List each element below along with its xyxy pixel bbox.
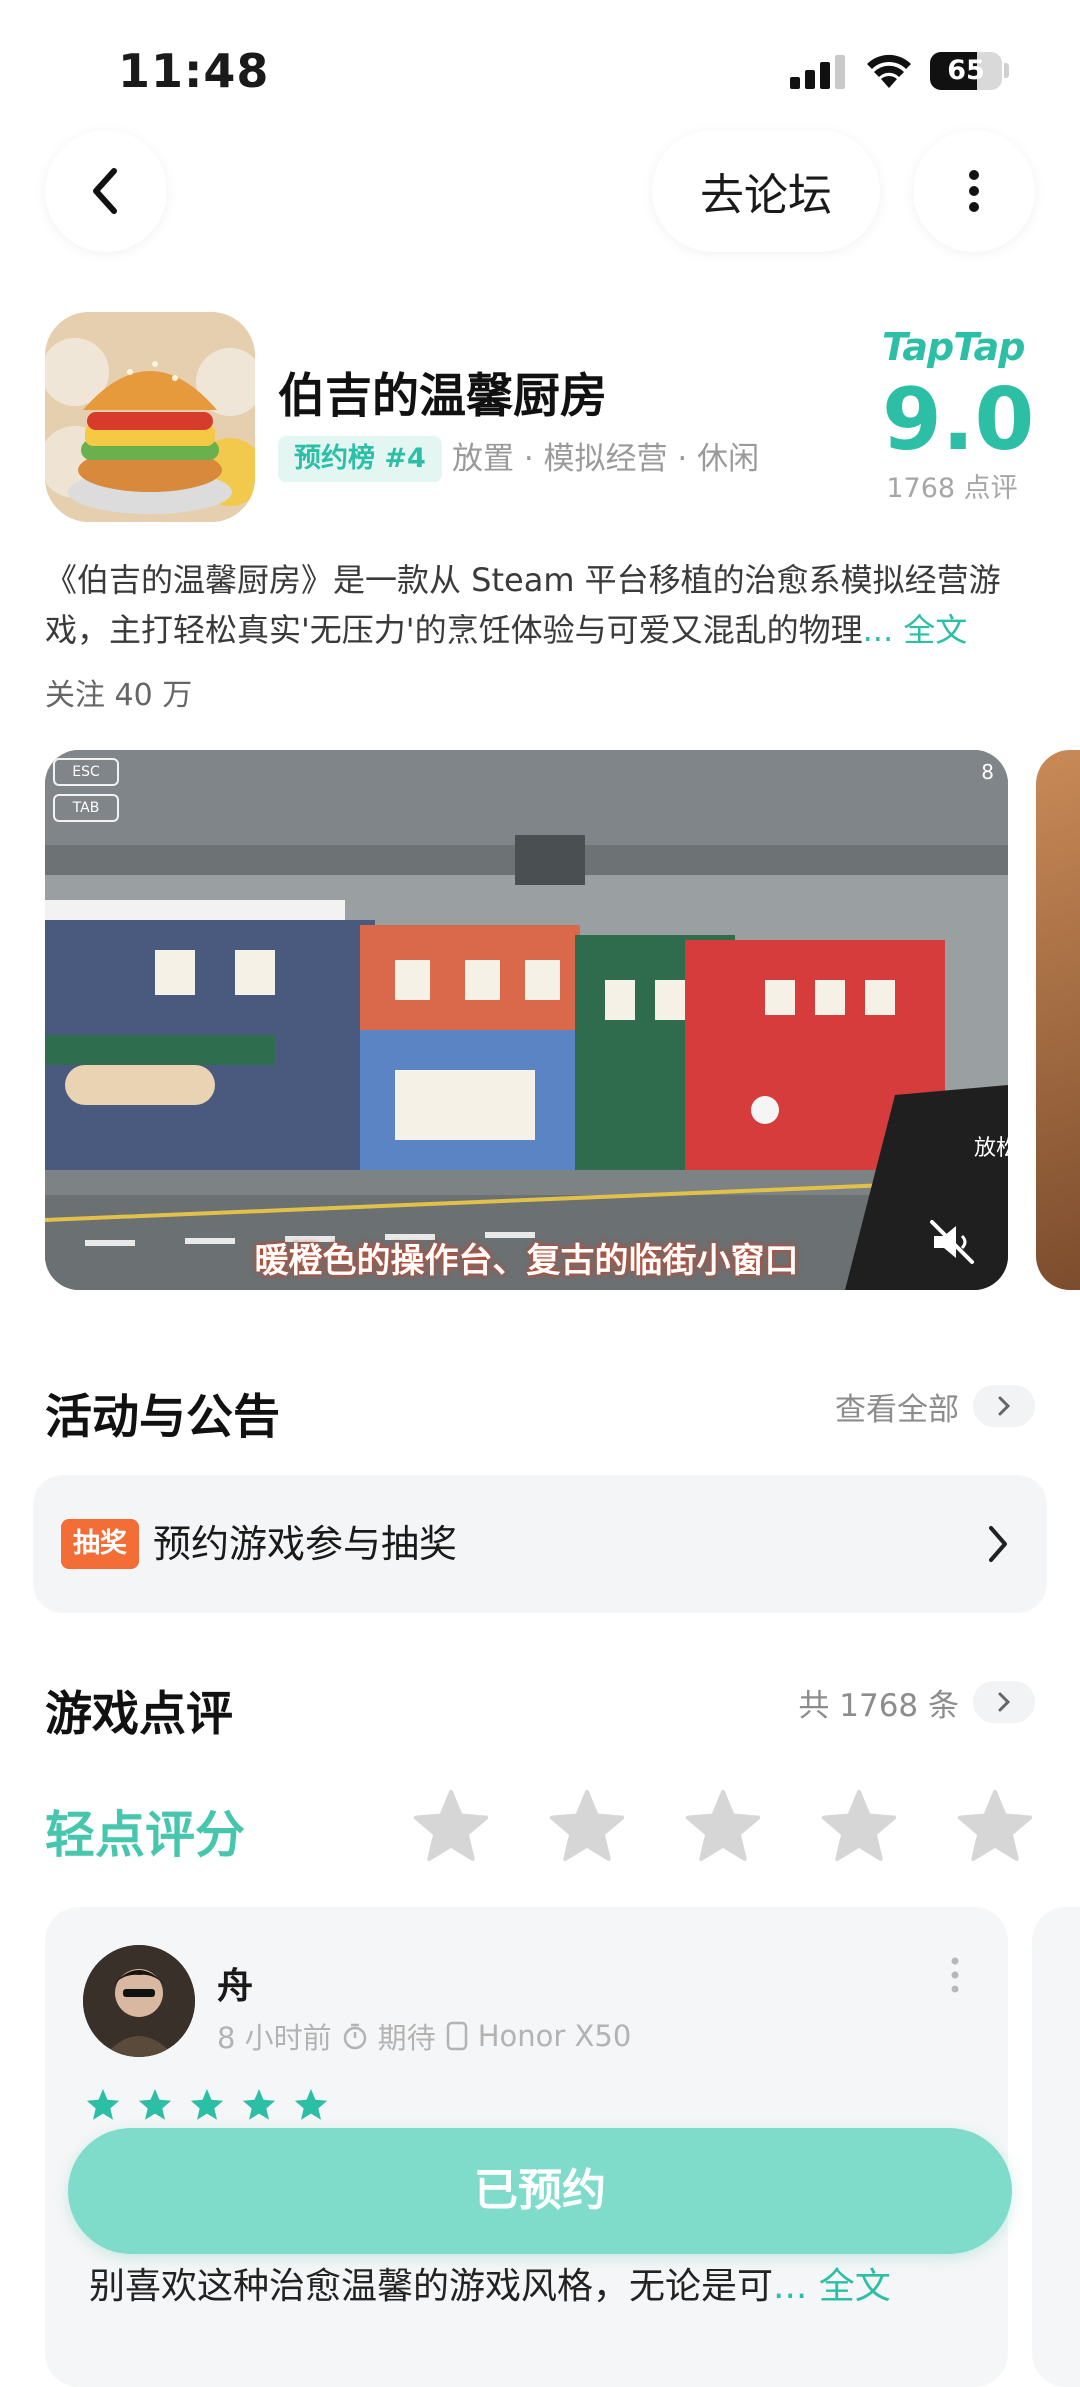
rate-star-icon[interactable] xyxy=(820,1788,898,1866)
more-options-button[interactable] xyxy=(913,130,1035,252)
events-see-all-link[interactable]: 查看全部 xyxy=(835,1384,1035,1428)
follower-count: 关注 40 万 xyxy=(45,678,193,713)
review-star-icon xyxy=(242,2089,276,2120)
media-thumbnail-next[interactable] xyxy=(1036,750,1080,1290)
burger-icon xyxy=(45,312,255,522)
description-text: 《伯吉的温馨厨房》是一款从 Steam 平台移植的治愈系模拟经营游戏，主打轻松真… xyxy=(45,561,1001,649)
review-more-icon[interactable] xyxy=(950,1955,960,1995)
forum-button[interactable]: 去论坛 xyxy=(652,130,880,252)
rating-count: 1768 点评 xyxy=(886,473,1018,504)
review-text: 别喜欢这种治愈温馨的游戏风格，无论是可... 全文 xyxy=(89,2257,891,2309)
rank-badge[interactable]: 预约榜 #4 xyxy=(278,436,442,482)
events-title: 活动与公告 xyxy=(45,1390,280,1445)
battery-icon: 65 xyxy=(930,52,1002,90)
rating-score: 9.0 xyxy=(882,370,1035,470)
app-icon xyxy=(45,312,255,522)
taptap-logo: TapTap xyxy=(882,325,1026,369)
stopwatch-icon xyxy=(343,2023,366,2050)
chevron-right-icon xyxy=(973,1385,1035,1427)
review-card-next[interactable] xyxy=(1032,1907,1080,2387)
genre-tags: 放置 · 模拟经营 · 休闲 xyxy=(452,441,760,477)
reviews-see-all-link[interactable]: 共 1768 条 xyxy=(798,1680,1035,1724)
cellular-signal-icon xyxy=(790,55,845,89)
hud-coin-count: 8 xyxy=(981,760,994,784)
review-time: 8 小时前 xyxy=(217,2021,332,2055)
lottery-notice-card[interactable]: 抽奖 预约游戏参与抽奖 xyxy=(33,1475,1047,1613)
hud-tab-key: TAB xyxy=(53,794,119,822)
phone-icon xyxy=(446,2021,467,2051)
rate-star-icon[interactable] xyxy=(548,1788,626,1866)
review-read-more-link[interactable]: ... 全文 xyxy=(773,2266,891,2307)
status-time: 11:48 xyxy=(118,44,270,98)
hud-esc-key: ESC xyxy=(53,758,119,786)
review-star-icon xyxy=(138,2089,172,2120)
battery-level: 65 xyxy=(947,55,985,86)
scene-sign-text: 放松 xyxy=(973,1136,1008,1161)
review-star-icon xyxy=(86,2089,120,2120)
app-description: 《伯吉的温馨厨房》是一款从 Steam 平台移植的治愈系模拟经营游戏，主打轻松真… xyxy=(45,555,1035,655)
reserved-button[interactable]: 已预约 xyxy=(68,2128,1012,2254)
review-stars xyxy=(85,2087,329,2123)
tap-to-rate-label: 轻点评分 xyxy=(45,1806,245,1864)
mute-icon[interactable] xyxy=(926,1216,978,1268)
review-meta: 8 小时前 期待 Honor X50 xyxy=(217,2015,631,2057)
rate-star-icon[interactable] xyxy=(956,1788,1034,1866)
battery-cap xyxy=(1004,63,1009,78)
review-device: Honor X50 xyxy=(477,2019,632,2053)
media-video[interactable]: ESC TAB 8 放松 暖橙色的操作台、复古的临街小窗口 xyxy=(45,750,1008,1290)
video-subtitle: 暖橙色的操作台、复古的临街小窗口 xyxy=(254,1241,799,1281)
rate-star-icon[interactable] xyxy=(684,1788,762,1866)
review-status: 期待 xyxy=(377,2021,436,2055)
read-more-link[interactable]: ... 全文 xyxy=(863,611,968,649)
review-star-icon xyxy=(294,2089,328,2120)
back-button[interactable] xyxy=(45,130,167,252)
avatar[interactable] xyxy=(83,1945,195,2057)
lottery-badge: 抽奖 xyxy=(61,1519,139,1569)
see-all-label: 查看全部 xyxy=(835,1391,959,1428)
review-body: 别喜欢这种治愈温馨的游戏风格，无论是可 xyxy=(89,2266,774,2307)
vertical-dots-icon xyxy=(969,170,979,212)
wifi-icon xyxy=(867,54,911,88)
game-scene-image xyxy=(45,750,1008,1290)
reviews-title: 游戏点评 xyxy=(45,1687,233,1742)
rate-star-icon[interactable] xyxy=(412,1788,490,1866)
notice-text: 预约游戏参与抽奖 xyxy=(153,1522,458,1566)
chevron-right-icon xyxy=(989,1526,1007,1562)
reviewer-name[interactable]: 舟 xyxy=(217,1957,253,2009)
reviews-total: 共 1768 条 xyxy=(798,1687,959,1724)
review-star-icon xyxy=(190,2089,224,2120)
app-title: 伯吉的温馨厨房 xyxy=(278,369,607,424)
chevron-left-icon xyxy=(93,168,117,214)
status-bar: 11:48 65 xyxy=(0,0,1080,130)
chevron-right-icon xyxy=(973,1681,1035,1723)
